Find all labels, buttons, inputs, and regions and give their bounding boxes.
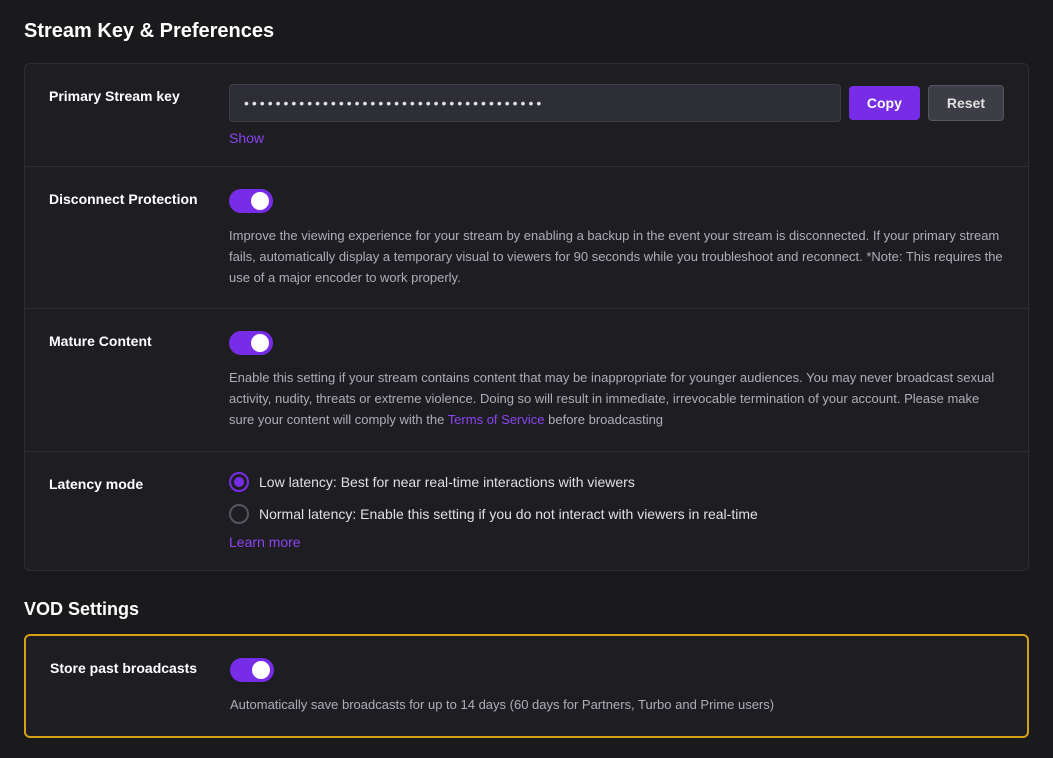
copy-button[interactable]: Copy <box>849 86 920 120</box>
stream-key-input-row: Copy Reset <box>229 84 1004 122</box>
latency-radio-dot-low <box>234 477 244 487</box>
stream-key-label: Primary Stream key <box>49 84 229 104</box>
latency-label-low: Low latency: Best for near real-time int… <box>259 474 635 490</box>
store-broadcasts-row: Store past broadcasts Automatically save… <box>26 636 1027 736</box>
store-toggle-thumb <box>252 661 270 679</box>
store-broadcasts-content: Automatically save broadcasts for up to … <box>230 656 1003 716</box>
latency-label-normal: Normal latency: Enable this setting if y… <box>259 506 758 522</box>
show-link[interactable]: Show <box>229 130 264 146</box>
latency-radio-low[interactable] <box>229 472 249 492</box>
vod-settings-title: VOD Settings <box>24 599 1029 620</box>
latency-option-low[interactable]: Low latency: Best for near real-time int… <box>229 472 1004 492</box>
disconnect-protection-description: Improve the viewing experience for your … <box>229 226 1004 288</box>
mature-content-row: Mature Content Enable this setting if yo… <box>25 309 1028 451</box>
vod-settings-container: Store past broadcasts Automatically save… <box>24 634 1029 738</box>
stream-key-content: Copy Reset Show <box>229 84 1004 146</box>
mature-content-content: Enable this setting if your stream conta… <box>229 329 1004 430</box>
disconnect-protection-row: Disconnect Protection Improve the viewin… <box>25 167 1028 309</box>
mature-content-label: Mature Content <box>49 329 229 349</box>
stream-key-row: Primary Stream key Copy Reset Show <box>25 64 1028 167</box>
store-broadcasts-description: Automatically save broadcasts for up to … <box>230 695 1003 716</box>
latency-option-normal[interactable]: Normal latency: Enable this setting if y… <box>229 504 1004 524</box>
learn-more-link[interactable]: Learn more <box>229 534 301 550</box>
stream-key-input[interactable] <box>229 84 841 122</box>
reset-button[interactable]: Reset <box>928 85 1004 121</box>
latency-radio-group: Low latency: Best for near real-time int… <box>229 472 1004 524</box>
settings-container: Primary Stream key Copy Reset Show Disco… <box>24 63 1029 571</box>
latency-radio-normal[interactable] <box>229 504 249 524</box>
mature-content-toggle[interactable] <box>229 331 273 355</box>
terms-of-service-link[interactable]: Terms of Service <box>448 412 545 427</box>
disconnect-protection-toggle[interactable] <box>229 189 273 213</box>
latency-mode-content: Low latency: Best for near real-time int… <box>229 472 1004 550</box>
disconnect-protection-content: Improve the viewing experience for your … <box>229 187 1004 288</box>
latency-mode-label: Latency mode <box>49 472 229 492</box>
mature-description-part2: before broadcasting <box>545 412 664 427</box>
store-broadcasts-label: Store past broadcasts <box>50 656 230 676</box>
disconnect-protection-label: Disconnect Protection <box>49 187 229 207</box>
mature-content-description: Enable this setting if your stream conta… <box>229 368 1004 430</box>
page-title: Stream Key & Preferences <box>24 20 1029 43</box>
disconnect-toggle-thumb <box>251 192 269 210</box>
latency-mode-row: Latency mode Low latency: Best for near … <box>25 452 1028 570</box>
store-broadcasts-toggle[interactable] <box>230 658 274 682</box>
